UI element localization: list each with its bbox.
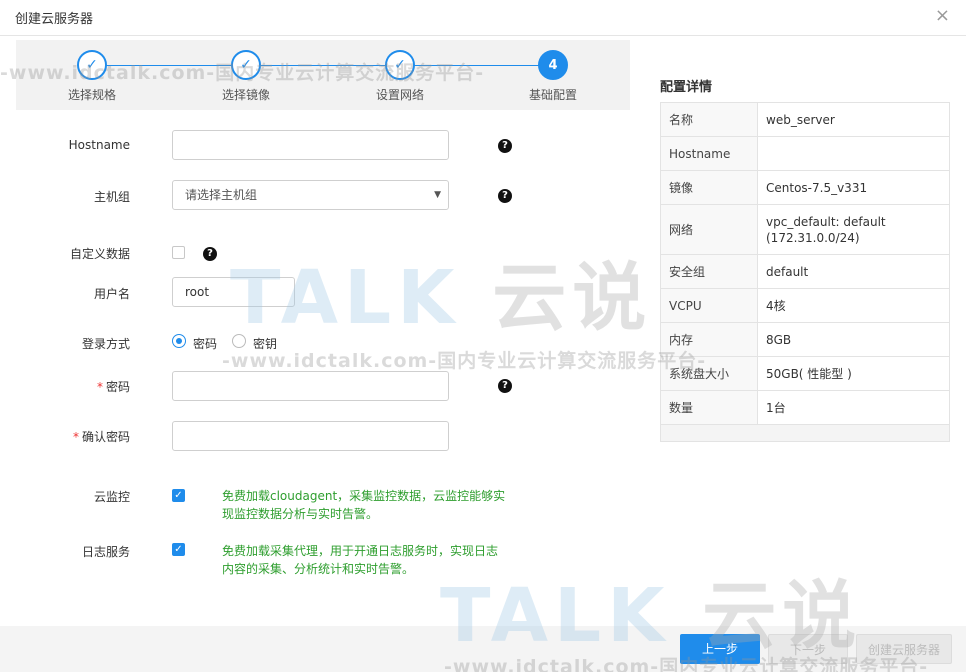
detail-row: 安全组 default [661,255,949,289]
cloud-monitor-checkbox[interactable]: ✓ [172,489,185,502]
password-label: * 密码 [0,378,130,395]
detail-key: VCPU [661,289,758,322]
help-icon[interactable]: ? [498,139,512,153]
detail-key: 内存 [661,323,758,356]
detail-value: web_server [758,103,949,136]
hostname-input[interactable] [172,130,449,160]
steps-connector [92,65,552,66]
host-group-placeholder: 请选择主机组 [185,188,258,202]
login-method-label: 登录方式 [81,337,130,351]
username-input[interactable]: root [172,277,295,307]
detail-row: VCPU 4核 [661,289,949,323]
detail-value: 8GB [758,323,949,356]
detail-key: 安全组 [661,255,758,288]
detail-value: 1台 [758,391,949,424]
password-label-text: 密码 [105,380,130,394]
detail-row: 名称 web_server [661,103,949,137]
login-password-label[interactable]: 密码 [193,335,217,352]
prev-step-button[interactable]: 上一步 [680,634,760,664]
checkmark-icon: ✓ [77,50,107,80]
step-label: 设置网络 [375,88,424,102]
step-label: 选择镜像 [221,88,270,102]
step-label: 选择规格 [67,88,116,102]
confirm-password-label-text: 确认密码 [81,430,130,444]
step-select-spec[interactable]: ✓ 选择规格 [47,50,137,103]
confirm-password-input[interactable] [172,421,449,451]
detail-value: Centos-7.5_v331 [758,171,949,204]
detail-key: 网络 [661,205,758,254]
hostname-label: Hostname [68,138,130,152]
detail-row: 数量 1台 [661,391,949,425]
details-table: 名称 web_server Hostname 镜像 Centos-7.5_v331 … [660,102,950,442]
password-input[interactable] [172,371,449,401]
detail-key: 镜像 [661,171,758,204]
help-icon[interactable]: ? [498,379,512,393]
detail-row: Hostname [661,137,949,171]
log-service-label: 日志服务 [81,545,130,559]
detail-value: vpc_default: default (172.31.0.0/24) [758,205,949,254]
close-icon[interactable]: × [935,6,950,26]
log-service-description: 免费加载采集代理，用于开通日志服务时，实现日志内容的采集、分析统计和实时告警。 [222,544,499,576]
detail-key: 数量 [661,391,758,424]
dropdown-arrow-icon: ▼ [434,190,441,200]
watermark-text: -www.idctalk.com-国内专业云计算交流服务平台- [222,350,707,372]
login-key-radio[interactable] [232,334,246,348]
confirm-password-label: * 确认密码 [0,428,130,445]
detail-value: 50GB( 性能型 ) [758,357,949,390]
cloud-monitor-description: 免费加载cloudagent，采集监控数据，云监控能够实现监控数据分析与实时告警… [222,489,506,521]
login-key-label[interactable]: 密钥 [253,335,277,352]
step-network[interactable]: ✓ 设置网络 [355,50,445,103]
checkmark-icon: ✓ [231,50,261,80]
detail-key: Hostname [661,137,758,170]
watermark-logo-cjk: 云说 [492,255,653,341]
next-step-button[interactable]: 下一步 [768,634,848,664]
step-label: 基础配置 [528,88,577,102]
detail-key: 名称 [661,103,758,136]
detail-row: 网络 vpc_default: default (172.31.0.0/24) [661,205,949,255]
custom-data-checkbox[interactable] [172,246,185,259]
help-icon[interactable]: ? [203,247,217,261]
username-label: 用户名 [93,287,130,301]
detail-row: 镜像 Centos-7.5_v331 [661,171,949,205]
log-service-checkbox[interactable]: ✓ [172,543,185,556]
custom-data-label: 自定义数据 [69,247,130,261]
detail-row-empty [661,425,949,441]
step-select-image[interactable]: ✓ 选择镜像 [201,50,291,103]
dialog-title: 创建云服务器 [15,12,94,27]
login-password-radio[interactable] [172,334,186,348]
detail-row: 系统盘大小 50GB( 性能型 ) [661,357,949,391]
create-server-dialog: 创建云服务器 × ✓ 选择规格 ✓ 选择镜像 ✓ 设置网络 4 基础配置 Hos… [0,0,966,672]
required-mark: * [96,380,103,394]
dialog-footer: 上一步 下一步 创建云服务器 [0,626,966,672]
detail-key: 系统盘大小 [661,357,758,390]
required-mark: * [72,430,79,444]
wizard-steps: ✓ 选择规格 ✓ 选择镜像 ✓ 设置网络 4 基础配置 [16,40,630,110]
detail-value [758,137,949,170]
help-icon[interactable]: ? [498,189,512,203]
detail-value: default [758,255,949,288]
step-basic-config[interactable]: 4 基础配置 [508,50,598,103]
checkmark-icon: ✓ [385,50,415,80]
detail-value: 4核 [758,289,949,322]
create-server-button[interactable]: 创建云服务器 [856,634,952,664]
host-group-label: 主机组 [93,190,130,204]
host-group-select[interactable]: 请选择主机组 ▼ [172,180,449,210]
details-title: 配置详情 [660,80,713,95]
step-number: 4 [538,50,568,80]
detail-row: 内存 8GB [661,323,949,357]
dialog-header: 创建云服务器 × [0,0,966,36]
cloud-monitor-label: 云监控 [93,490,130,504]
